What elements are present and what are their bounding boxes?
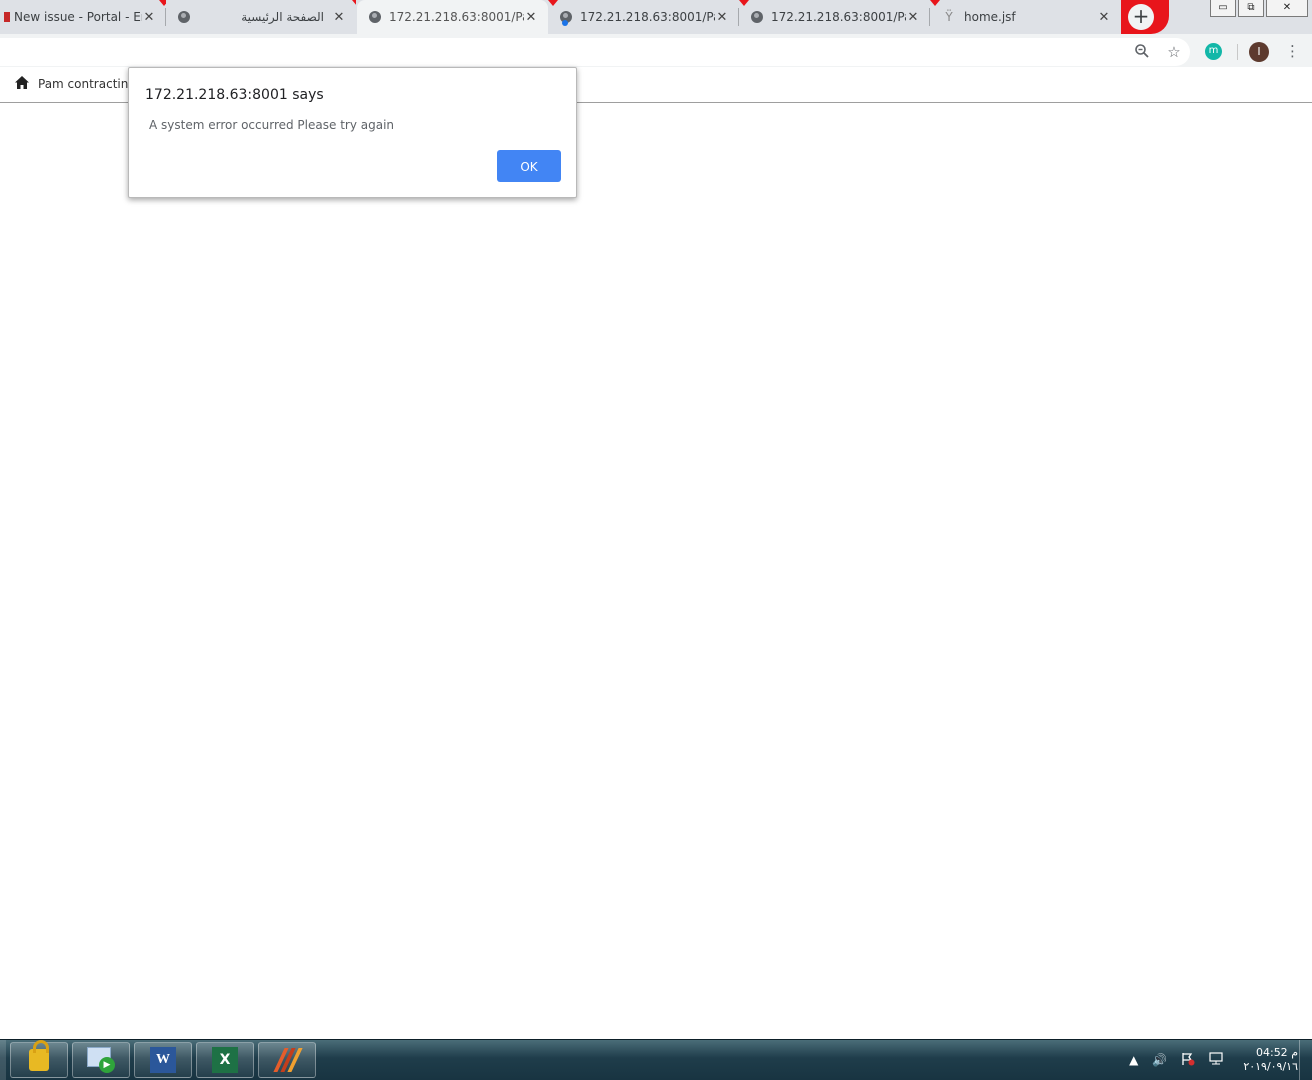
tab-pam-2[interactable]: 172.21.218.63:8001/Pam ✕ (548, 0, 739, 34)
tab-ribbon-marker (930, 0, 940, 6)
bookmark-star-icon[interactable]: ☆ (1165, 43, 1183, 61)
clock-time: 04:52 م (1255, 1046, 1298, 1059)
tab-strip: New issue - Portal - Emp ✕ الصفحة الرئيس… (0, 0, 1312, 34)
tab-ribbon-marker (352, 0, 356, 6)
taskbar-powerpoint[interactable] (258, 1042, 316, 1078)
tab-close-icon[interactable]: ✕ (332, 10, 346, 25)
tab-close-icon[interactable]: ✕ (906, 10, 920, 25)
dialog-title: 172.21.218.63:8001 says (145, 87, 324, 103)
windows-taskbar: ▶ W X ▲ 🔊 04:52 م ٢٠١٩/٠٩/١٦ (0, 1039, 1312, 1080)
portal-favicon-icon (4, 12, 10, 22)
tab-arabic-home[interactable]: الصفحة الرئيسية ✕ (166, 0, 356, 34)
clock[interactable]: 04:52 م ٢٠١٩/٠٩/١٦ (1243, 1046, 1298, 1074)
tab-close-icon[interactable]: ✕ (715, 10, 729, 25)
browser-menu-icon[interactable]: ⋮ (1285, 43, 1300, 61)
clock-date: ٢٠١٩/٠٩/١٦ (1243, 1060, 1298, 1073)
tab-pam-active[interactable]: 172.21.218.63:8001/Pam ✕ (357, 0, 548, 34)
tab-close-icon[interactable]: ✕ (142, 10, 156, 25)
address-bar[interactable] (0, 38, 1190, 66)
taskbar-media-player[interactable]: ▶ (72, 1042, 130, 1078)
jsf-favicon-icon: Ÿ (945, 10, 953, 24)
zoom-icon[interactable] (1133, 43, 1151, 61)
home-icon (14, 75, 30, 93)
tab-pam-3[interactable]: 172.21.218.63:8001/Pam ✕ (739, 0, 930, 34)
system-tray: ▲ 🔊 04:52 م ٢٠١٩/٠٩/١٦ (1129, 1046, 1298, 1074)
globe-icon (751, 11, 763, 23)
alert-dialog: 172.21.218.63:8001 says A system error o… (128, 67, 577, 198)
profile-avatar[interactable]: I (1249, 42, 1269, 62)
globe-icon (369, 11, 381, 23)
tab-title: 172.21.218.63:8001/Pam (771, 10, 906, 24)
show-desktop-button[interactable] (1299, 1040, 1312, 1080)
slides-app-icon (273, 1048, 303, 1072)
tab-close-icon[interactable]: ✕ (524, 10, 538, 25)
browser-toolbar (0, 34, 1312, 67)
restore-button[interactable]: ⧉ (1238, 0, 1264, 17)
tab-title: New issue - Portal - Emp (14, 10, 142, 24)
tab-new-issue[interactable]: New issue - Portal - Emp ✕ (0, 0, 166, 34)
lock-icon (29, 1040, 49, 1071)
network-icon[interactable] (1209, 1052, 1223, 1068)
ok-button[interactable]: OK (497, 150, 561, 182)
globe-icon (178, 11, 190, 23)
tab-home-jsf[interactable]: Ÿ home.jsf ✕ (930, 0, 1121, 34)
tab-close-icon[interactable]: ✕ (1097, 10, 1111, 25)
tab-title: الصفحة الرئيسية (241, 10, 324, 24)
tab-title: 172.21.218.63:8001/Pam (580, 10, 715, 24)
volume-icon[interactable]: 🔊 (1152, 1053, 1167, 1067)
show-hidden-icons-icon[interactable]: ▲ (1129, 1053, 1138, 1067)
tab-ribbon-marker (159, 0, 166, 6)
dialog-message: A system error occurred Please try again (149, 118, 395, 132)
taskbar-word[interactable]: W (134, 1042, 192, 1078)
close-window-button[interactable]: ✕ (1266, 0, 1308, 17)
tab-ribbon-marker (548, 0, 558, 6)
taskbar-excel[interactable]: X (196, 1042, 254, 1078)
new-tab-button[interactable]: + (1128, 4, 1154, 30)
action-center-flag-icon[interactable] (1181, 1052, 1195, 1069)
tab-title: 172.21.218.63:8001/Pam (389, 10, 524, 24)
loading-dot-icon (562, 20, 568, 26)
bookmark-pam-contracting[interactable]: Pam contracting (14, 75, 136, 93)
word-icon: W (150, 1047, 176, 1073)
extension-m-icon[interactable]: m (1205, 43, 1222, 60)
start-button[interactable] (0, 1040, 6, 1080)
taskbar-lock-app[interactable] (10, 1040, 68, 1078)
minimize-button[interactable]: ▭ (1210, 0, 1236, 17)
media-player-icon: ▶ (87, 1047, 115, 1073)
tab-title: home.jsf (964, 10, 1016, 24)
window-controls: ▭ ⧉ ✕ (1210, 0, 1308, 17)
tab-ribbon-marker (739, 0, 749, 6)
excel-icon: X (212, 1047, 238, 1073)
bookmark-label: Pam contracting (38, 77, 136, 91)
